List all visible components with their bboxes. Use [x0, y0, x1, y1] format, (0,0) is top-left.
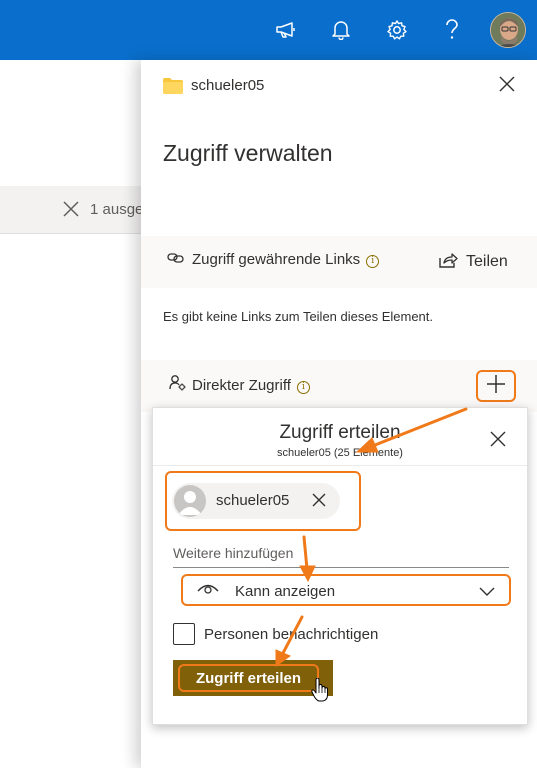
- share-icon: [438, 251, 458, 274]
- hand-cursor-icon: [311, 677, 329, 707]
- links-section: Zugriff gewährende Links i Teilen: [141, 236, 537, 288]
- link-icon: [167, 251, 185, 269]
- avatar[interactable]: [490, 12, 526, 48]
- dialog-header: Zugriff erteilen schueler05 (25 Elemente…: [153, 408, 527, 466]
- info-icon[interactable]: i: [296, 381, 310, 394]
- gear-icon[interactable]: [383, 16, 411, 44]
- close-icon[interactable]: [499, 76, 515, 97]
- megaphone-icon[interactable]: [272, 16, 300, 44]
- close-icon[interactable]: [312, 493, 326, 512]
- close-icon[interactable]: [62, 200, 80, 223]
- no-links-message: Es gibt keine Links zum Teilen dieses El…: [163, 309, 434, 324]
- grant-access-button-label[interactable]: Zugriff erteilen: [178, 664, 319, 692]
- command-bar: 1 ausge: [0, 186, 150, 234]
- selection-count: 1 ausge: [90, 201, 144, 218]
- page-title: Zugriff verwalten: [163, 140, 333, 166]
- dialog-title: Zugriff erteilen: [279, 422, 401, 443]
- add-access-button[interactable]: [476, 370, 516, 402]
- chevron-down-icon[interactable]: [479, 584, 495, 602]
- help-icon[interactable]: [438, 16, 466, 44]
- person-icon: [174, 485, 206, 517]
- add-more-input[interactable]: [173, 540, 509, 566]
- share-label: Teilen: [466, 253, 508, 270]
- direct-access-section: Direkter Zugriff i: [141, 360, 537, 412]
- add-more-field[interactable]: [173, 540, 509, 568]
- direct-access-label: Direkter Zugriff i: [192, 377, 310, 394]
- person-chip-name: schueler05: [216, 492, 290, 509]
- info-icon[interactable]: i: [366, 255, 380, 268]
- eye-icon: [197, 582, 219, 601]
- person-chip[interactable]: schueler05: [172, 483, 340, 519]
- dialog-subtitle: schueler05 (25 Elemente): [277, 447, 403, 459]
- top-bar: [0, 0, 537, 60]
- permission-dropdown[interactable]: [181, 574, 511, 606]
- permission-label: Kann anzeigen: [235, 583, 336, 600]
- notify-checkbox[interactable]: [173, 623, 195, 645]
- people-settings-icon: [169, 374, 187, 397]
- bell-icon[interactable]: [327, 16, 355, 44]
- plus-icon: [486, 374, 506, 399]
- folder-icon: [163, 78, 183, 99]
- folder-name: schueler05: [191, 77, 265, 94]
- close-icon[interactable]: [490, 431, 506, 452]
- share-button[interactable]: Teilen: [438, 248, 508, 276]
- notify-people-option[interactable]: Personen benachrichtigen: [173, 623, 378, 645]
- grant-access-dialog: Zugriff erteilen schueler05 (25 Elemente…: [152, 407, 528, 725]
- links-section-label: Zugriff gewährende Links i: [192, 251, 380, 268]
- notify-label: Personen benachrichtigen: [204, 625, 379, 643]
